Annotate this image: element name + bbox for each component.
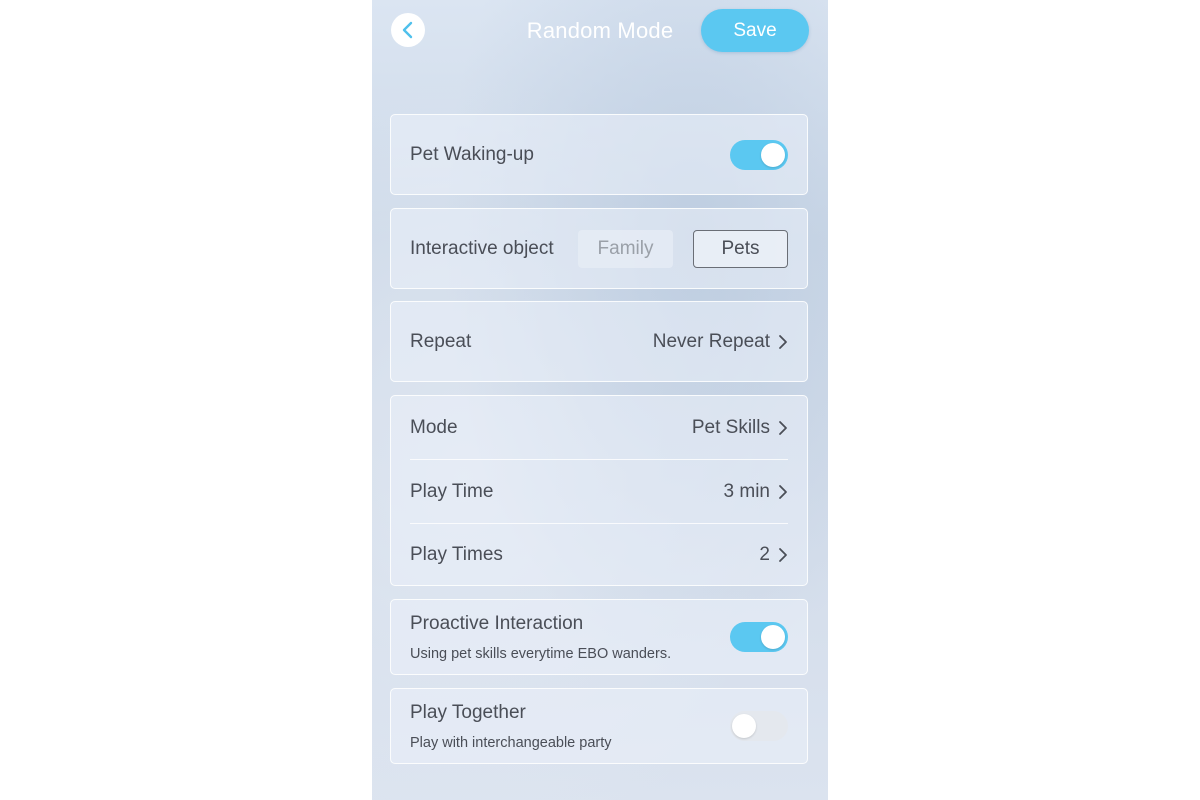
- proactive-interaction-text: Proactive Interaction Using pet skills e…: [410, 613, 671, 662]
- interactive-object-row: Interactive object Family Pets: [391, 209, 807, 288]
- option-family-button[interactable]: Family: [578, 229, 673, 268]
- toggle-knob: [761, 625, 785, 649]
- repeat-card[interactable]: Repeat Never Repeat: [390, 301, 808, 382]
- mode-row[interactable]: Mode Pet Skills: [391, 396, 807, 460]
- toggle-knob: [761, 142, 785, 167]
- toggle-knob: [732, 714, 756, 738]
- mode-value-wrap: Pet Skills: [692, 417, 788, 439]
- chevron-right-icon: [778, 420, 788, 436]
- proactive-interaction-row: Proactive Interaction Using pet skills e…: [391, 600, 807, 674]
- pet-waking-up-label: Pet Waking-up: [410, 143, 534, 165]
- chevron-right-icon: [778, 334, 788, 350]
- play-time-label: Play Time: [410, 481, 494, 502]
- repeat-label: Repeat: [410, 330, 472, 352]
- play-times-value: 2: [759, 543, 770, 565]
- mode-value: Pet Skills: [691, 417, 770, 438]
- play-together-text: Play Together Play with interchangeable …: [410, 702, 612, 751]
- play-together-row: Play Together Play with interchangeable …: [391, 689, 807, 763]
- interactive-object-card: Interactive object Family Pets: [390, 208, 808, 289]
- play-together-card: Play Together Play with interchangeable …: [390, 688, 808, 764]
- play-time-value-wrap: 3 min: [724, 481, 788, 503]
- play-together-toggle[interactable]: [730, 711, 788, 741]
- play-time-value: 3 min: [723, 481, 770, 502]
- repeat-value-wrap: Never Repeat: [653, 331, 788, 353]
- chevron-right-icon: [778, 484, 788, 500]
- repeat-row[interactable]: Repeat Never Repeat: [391, 302, 807, 381]
- proactive-interaction-toggle[interactable]: [730, 622, 788, 652]
- pet-waking-up-row: Pet Waking-up: [391, 115, 807, 194]
- play-together-label: Play Together: [410, 701, 526, 723]
- save-button[interactable]: Save: [701, 9, 809, 52]
- play-together-description: Play with interchangeable party: [410, 734, 612, 751]
- interactive-object-label: Interactive object: [410, 237, 554, 259]
- proactive-interaction-description: Using pet skills everytime EBO wanders.: [410, 645, 672, 662]
- interactive-object-segmented-control: Family Pets: [578, 229, 788, 268]
- phone-screen: Random Mode Save Pet Waking-up Interacti…: [372, 0, 828, 800]
- play-time-row[interactable]: Play Time 3 min: [391, 460, 807, 524]
- mode-label: Mode: [410, 417, 458, 438]
- repeat-value: Never Repeat: [652, 330, 770, 352]
- chevron-right-icon: [778, 547, 788, 563]
- proactive-interaction-card: Proactive Interaction Using pet skills e…: [390, 599, 808, 675]
- pet-waking-up-toggle[interactable]: [730, 139, 788, 170]
- mode-settings-card: Mode Pet Skills Play Time 3 min Play Tim…: [390, 395, 808, 586]
- play-times-label: Play Times: [410, 543, 503, 565]
- pet-waking-up-card: Pet Waking-up: [390, 114, 808, 195]
- play-times-row[interactable]: Play Times 2: [391, 524, 807, 585]
- option-pets-button[interactable]: Pets: [693, 229, 788, 268]
- play-times-value-wrap: 2: [759, 544, 788, 566]
- proactive-interaction-label: Proactive Interaction: [410, 612, 584, 634]
